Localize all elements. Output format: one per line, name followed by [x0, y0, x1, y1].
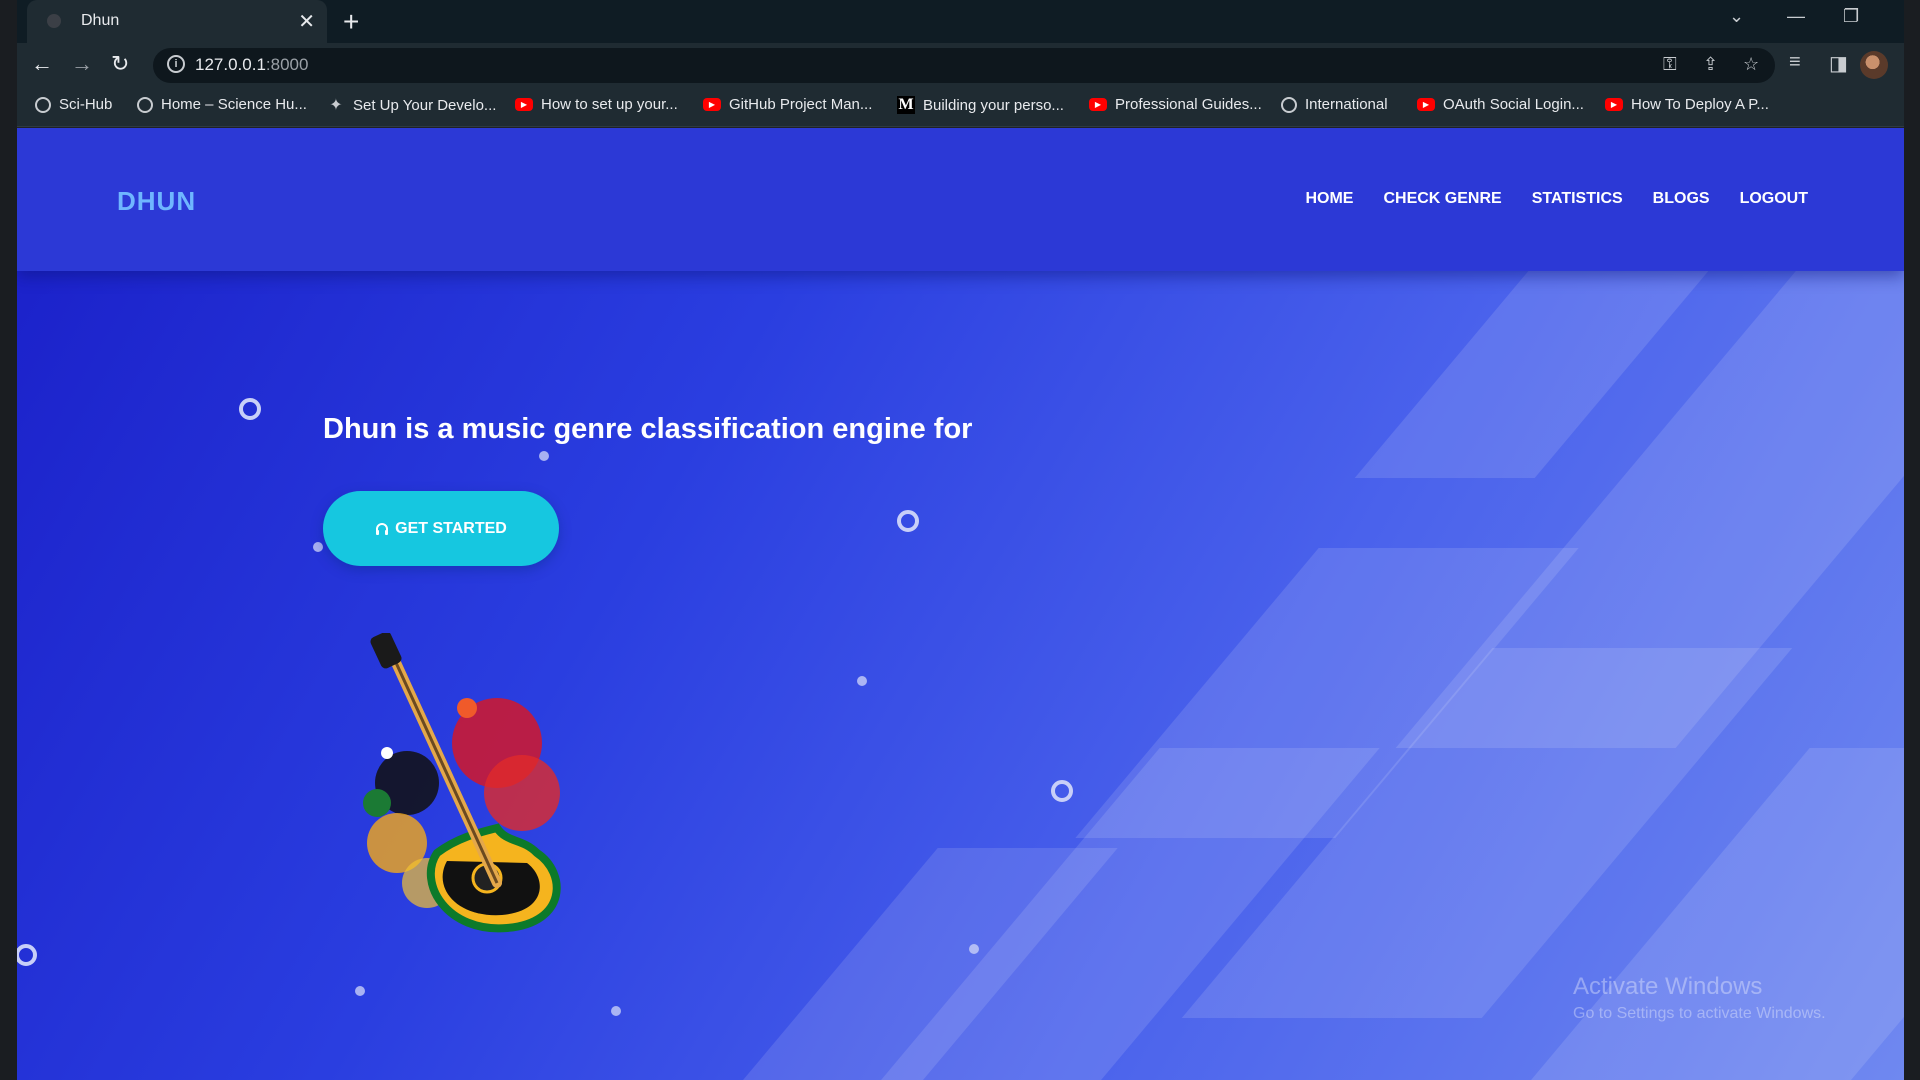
- reload-icon[interactable]: ↻: [111, 51, 129, 77]
- site-info-icon[interactable]: i: [167, 55, 185, 73]
- nav-home[interactable]: HOME: [1305, 190, 1353, 208]
- profile-avatar[interactable]: [1860, 51, 1888, 79]
- particle-ring: [239, 398, 261, 420]
- globe-icon: [35, 96, 51, 113]
- side-panel-icon[interactable]: ◨: [1829, 51, 1848, 76]
- youtube-icon: ▶: [1089, 98, 1107, 111]
- media-queue-icon[interactable]: ≡: [1789, 51, 1801, 74]
- site-logo[interactable]: DHUN: [117, 186, 196, 217]
- bookmark-item[interactable]: ✦ Set Up Your Develo...: [327, 96, 497, 115]
- particle-ring: [1051, 780, 1073, 802]
- minimize-icon[interactable]: —: [1787, 6, 1805, 27]
- nav-check-genre[interactable]: CHECK GENRE: [1383, 190, 1501, 208]
- bookmark-item[interactable]: Home – Science Hu...: [137, 96, 307, 113]
- particle-dot: [539, 451, 549, 461]
- url-port: :8000: [265, 55, 309, 74]
- bookmark-item[interactable]: Sci-Hub: [35, 96, 112, 113]
- tab-dhun[interactable]: Dhun ✕: [27, 0, 327, 43]
- restore-icon[interactable]: ❐: [1843, 6, 1859, 27]
- tab-favicon-icon: [47, 14, 61, 28]
- back-icon[interactable]: ←: [31, 51, 53, 77]
- bookmark-label: How to set up your...: [541, 96, 678, 113]
- address-bar[interactable]: i 127.0.0.1:8000 ⚿ ⇪ ☆: [153, 48, 1775, 83]
- key-icon[interactable]: ⚿: [1663, 54, 1677, 75]
- bookmark-label: Home – Science Hu...: [161, 96, 307, 113]
- get-started-button[interactable]: GET STARTED: [323, 491, 559, 566]
- nav-blogs[interactable]: BLOGS: [1653, 190, 1710, 208]
- headphones-icon: [376, 522, 389, 535]
- bookmark-label: OAuth Social Login...: [1443, 96, 1584, 113]
- hero-heading: Dhun is a music genre classification eng…: [323, 413, 973, 445]
- particle-dot: [313, 542, 323, 552]
- gear-icon: ✦: [329, 97, 343, 114]
- youtube-icon: ▶: [703, 98, 721, 111]
- tab-close-icon[interactable]: ✕: [298, 9, 315, 34]
- bookmark-label: Sci-Hub: [59, 96, 113, 113]
- watermark-line1: Activate Windows: [1573, 973, 1763, 1000]
- globe-icon: [137, 96, 153, 113]
- particle-dot: [857, 676, 867, 686]
- youtube-icon: ▶: [1417, 98, 1435, 111]
- nav-logout[interactable]: LOGOUT: [1740, 190, 1808, 208]
- bookmark-item[interactable]: ▶ How to set up your...: [515, 96, 678, 113]
- browser-window: Dhun ✕ + ⌄ — ❐ ← → ↻ i 127.0.0.1:8000 ⚿ …: [17, 0, 1904, 1080]
- guitar-illustration: [363, 633, 561, 933]
- particle-dot: [969, 944, 979, 954]
- bookmark-label: International: [1305, 96, 1388, 113]
- nav-statistics[interactable]: STATISTICS: [1532, 190, 1623, 208]
- tab-strip: Dhun ✕ + ⌄ — ❐: [17, 0, 1904, 43]
- bookmark-item[interactable]: ▶ How To Deploy A P...: [1605, 96, 1769, 113]
- watermark-line2: Go to Settings to activate Windows.: [1573, 1005, 1826, 1022]
- site-navbar: DHUN HOME CHECK GENRE STATISTICS BLOGS L…: [17, 128, 1904, 271]
- bookmark-item[interactable]: ▶ Professional Guides...: [1089, 96, 1262, 113]
- forward-icon[interactable]: →: [71, 51, 93, 77]
- bookmark-item[interactable]: ▶ OAuth Social Login...: [1417, 96, 1584, 113]
- url-text: 127.0.0.1:8000: [195, 55, 308, 75]
- site-menu: HOME CHECK GENRE STATISTICS BLOGS LOGOUT: [1305, 190, 1808, 208]
- star-icon[interactable]: ☆: [1743, 54, 1759, 75]
- bookmark-item[interactable]: International: [1281, 96, 1388, 113]
- url-host: 127.0.0.1: [195, 55, 266, 74]
- windows-activation-watermark: Activate Windows Go to Settings to activ…: [1573, 973, 1826, 1023]
- bookmark-label: Professional Guides...: [1115, 96, 1262, 113]
- browser-toolbar: ← → ↻ i 127.0.0.1:8000 ⚿ ⇪ ☆ ≡ ◨: [17, 43, 1904, 88]
- particle-ring: [17, 944, 37, 966]
- youtube-icon: ▶: [515, 98, 533, 111]
- bookmarks-bar: Sci-Hub Home – Science Hu... ✦ Set Up You…: [17, 88, 1904, 127]
- get-started-label: GET STARTED: [395, 519, 507, 537]
- particle-ring: [897, 510, 919, 532]
- tab-search-chevron-icon[interactable]: ⌄: [1729, 6, 1744, 27]
- new-tab-icon[interactable]: +: [343, 6, 359, 38]
- bookmark-label: How To Deploy A P...: [1631, 96, 1769, 113]
- share-icon[interactable]: ⇪: [1703, 54, 1718, 75]
- youtube-icon: ▶: [1605, 98, 1623, 111]
- particle-dot: [611, 1006, 621, 1016]
- medium-icon: M: [897, 96, 915, 114]
- bookmark-label: Building your perso...: [923, 96, 1064, 114]
- particle-dot: [355, 986, 365, 996]
- bookmark-label: Set Up Your Develo...: [353, 96, 497, 114]
- tab-title: Dhun: [81, 12, 120, 29]
- bookmark-item[interactable]: M Building your perso...: [897, 96, 1064, 114]
- globe-icon: [1281, 96, 1297, 113]
- bookmark-item[interactable]: ▶ GitHub Project Man...: [703, 96, 872, 113]
- bookmark-label: GitHub Project Man...: [729, 96, 873, 113]
- page-viewport: DHUN HOME CHECK GENRE STATISTICS BLOGS L…: [17, 128, 1904, 1080]
